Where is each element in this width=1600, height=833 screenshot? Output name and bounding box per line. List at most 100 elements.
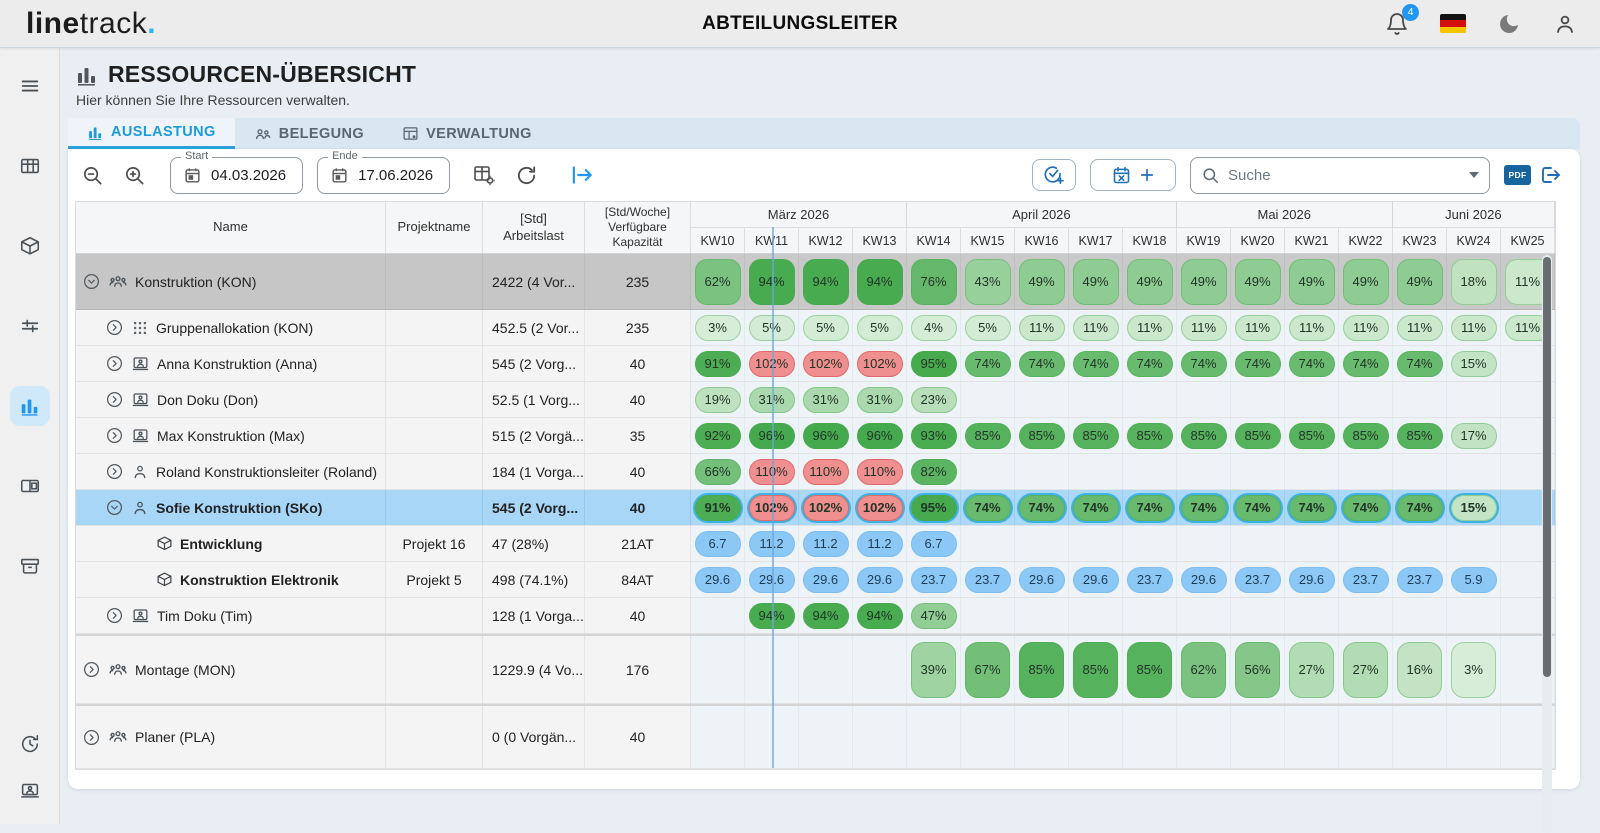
- utilization-cell[interactable]: 85%: [1180, 422, 1227, 449]
- utilization-cell[interactable]: 85%: [1072, 422, 1119, 449]
- hours-cell[interactable]: 29.6: [1018, 566, 1065, 593]
- utilization-cell[interactable]: 85%: [1234, 422, 1281, 449]
- collapse-row-button[interactable]: [82, 272, 101, 291]
- utilization-cell[interactable]: 5%: [802, 314, 849, 341]
- utilization-cell[interactable]: 74%: [1072, 350, 1119, 377]
- hours-cell[interactable]: 29.6: [1180, 566, 1227, 593]
- utilization-cell[interactable]: 94%: [802, 602, 849, 629]
- table-row[interactable]: Montage (MON) 1229.9 (4 Vo... 176 39% 67% 85%…: [76, 634, 1555, 704]
- utilization-cell[interactable]: 3%: [694, 314, 741, 341]
- add-absence-button[interactable]: [1090, 159, 1176, 191]
- tab-auslastung[interactable]: AUSLASTUNG: [68, 118, 235, 149]
- utilization-cell[interactable]: 93%: [910, 422, 957, 449]
- pdf-export-button[interactable]: PDF: [1504, 165, 1531, 185]
- utilization-cell[interactable]: 94%: [856, 602, 903, 629]
- jump-to-today-button[interactable]: [568, 161, 596, 189]
- utilization-cell[interactable]: 3%: [1451, 641, 1496, 698]
- utilization-cell[interactable]: 62%: [694, 258, 741, 305]
- utilization-cell[interactable]: 49%: [1072, 258, 1119, 305]
- sidebar-item-archive[interactable]: [10, 546, 50, 586]
- collapse-row-button[interactable]: [105, 498, 124, 517]
- expand-row-button[interactable]: [82, 728, 101, 747]
- utilization-cell[interactable]: 11%: [1342, 314, 1389, 341]
- utilization-cell[interactable]: 62%: [1181, 641, 1226, 698]
- table-row[interactable]: Konstruktion Elektronik Projekt 5 498 (74.…: [76, 562, 1555, 598]
- utilization-cell[interactable]: 96%: [856, 422, 903, 449]
- sidebar-item-resources[interactable]: [9, 386, 50, 426]
- utilization-cell[interactable]: 49%: [1396, 258, 1443, 305]
- utilization-cell[interactable]: 102%: [748, 494, 795, 521]
- hours-cell[interactable]: 6.7: [910, 530, 957, 557]
- zoom-out-button[interactable]: [78, 161, 106, 189]
- hours-cell[interactable]: 29.6: [748, 566, 795, 593]
- utilization-cell[interactable]: 85%: [1127, 641, 1172, 698]
- utilization-cell[interactable]: 49%: [1018, 258, 1065, 305]
- tab-belegung[interactable]: BELEGUNG: [235, 118, 383, 149]
- utilization-cell[interactable]: 74%: [1018, 494, 1065, 521]
- expand-row-button[interactable]: [105, 318, 124, 337]
- utilization-cell[interactable]: 102%: [856, 350, 903, 377]
- hours-cell[interactable]: 29.6: [802, 566, 849, 593]
- utilization-cell[interactable]: 19%: [694, 386, 741, 413]
- utilization-cell[interactable]: 74%: [1126, 494, 1173, 521]
- utilization-cell[interactable]: 76%: [910, 258, 957, 305]
- zoom-in-button[interactable]: [120, 161, 148, 189]
- table-row[interactable]: Roland Konstruktionsleiter (Roland) 184 (…: [76, 454, 1555, 490]
- utilization-cell[interactable]: 5%: [748, 314, 795, 341]
- search-dropdown-caret[interactable]: [1469, 172, 1479, 178]
- scrollbar-thumb[interactable]: [1543, 257, 1551, 677]
- sidebar-item-planning[interactable]: [10, 306, 50, 346]
- utilization-cell[interactable]: 85%: [1019, 641, 1064, 698]
- hours-cell[interactable]: 23.7: [1126, 566, 1173, 593]
- utilization-cell[interactable]: 11%: [1072, 314, 1119, 341]
- hours-cell[interactable]: 29.6: [1072, 566, 1119, 593]
- utilization-cell[interactable]: 15%: [1450, 494, 1497, 521]
- table-row[interactable]: Max Konstruktion (Max) 515 (2 Vorgä... 35 9…: [76, 418, 1555, 454]
- utilization-cell[interactable]: 39%: [911, 641, 956, 698]
- utilization-cell[interactable]: 110%: [748, 458, 795, 485]
- search-input[interactable]: [1228, 166, 1461, 184]
- utilization-cell[interactable]: 74%: [1180, 350, 1227, 377]
- table-row[interactable]: Sofie Konstruktion (SKo) 545 (2 Vorg... 40…: [76, 490, 1555, 526]
- end-date-field[interactable]: Ende 17.06.2026: [317, 149, 451, 194]
- utilization-cell[interactable]: 49%: [1234, 258, 1281, 305]
- expand-row-button[interactable]: [105, 390, 124, 409]
- sidebar-item-projects[interactable]: [10, 146, 50, 186]
- dark-mode-toggle[interactable]: [1496, 11, 1522, 37]
- utilization-cell[interactable]: 74%: [1180, 494, 1227, 521]
- utilization-cell[interactable]: 49%: [1126, 258, 1173, 305]
- utilization-cell[interactable]: 91%: [694, 494, 741, 521]
- utilization-cell[interactable]: 74%: [964, 494, 1011, 521]
- utilization-cell[interactable]: 66%: [694, 458, 741, 485]
- utilization-cell[interactable]: 4%: [910, 314, 957, 341]
- utilization-cell[interactable]: 82%: [910, 458, 957, 485]
- utilization-cell[interactable]: 74%: [1234, 494, 1281, 521]
- expand-row-button[interactable]: [105, 462, 124, 481]
- utilization-cell[interactable]: 85%: [964, 422, 1011, 449]
- utilization-cell[interactable]: 11%: [1180, 314, 1227, 341]
- utilization-cell[interactable]: 47%: [910, 602, 957, 629]
- utilization-cell[interactable]: 102%: [802, 494, 849, 521]
- utilization-cell[interactable]: 94%: [748, 602, 795, 629]
- expand-row-button[interactable]: [105, 354, 124, 373]
- hours-cell[interactable]: 11.2: [748, 530, 795, 557]
- hours-cell[interactable]: 23.7: [1396, 566, 1443, 593]
- utilization-cell[interactable]: 11%: [1450, 314, 1497, 341]
- utilization-cell[interactable]: 49%: [1180, 258, 1227, 305]
- hours-cell[interactable]: 11.2: [802, 530, 849, 557]
- export-button[interactable]: [1536, 161, 1564, 189]
- column-settings-button[interactable]: [470, 161, 498, 189]
- utilization-cell[interactable]: 95%: [910, 350, 957, 377]
- notifications-button[interactable]: 4: [1384, 3, 1419, 37]
- utilization-cell[interactable]: 11%: [1396, 314, 1443, 341]
- utilization-cell[interactable]: 15%: [1450, 350, 1497, 377]
- utilization-cell[interactable]: 43%: [964, 258, 1011, 305]
- utilization-cell[interactable]: 91%: [694, 350, 741, 377]
- utilization-cell[interactable]: 74%: [1234, 350, 1281, 377]
- utilization-cell[interactable]: 102%: [748, 350, 795, 377]
- utilization-cell[interactable]: 94%: [856, 258, 903, 305]
- utilization-cell[interactable]: 56%: [1235, 641, 1280, 698]
- utilization-cell[interactable]: 23%: [910, 386, 957, 413]
- hours-cell[interactable]: 29.6: [694, 566, 741, 593]
- utilization-cell[interactable]: 102%: [802, 350, 849, 377]
